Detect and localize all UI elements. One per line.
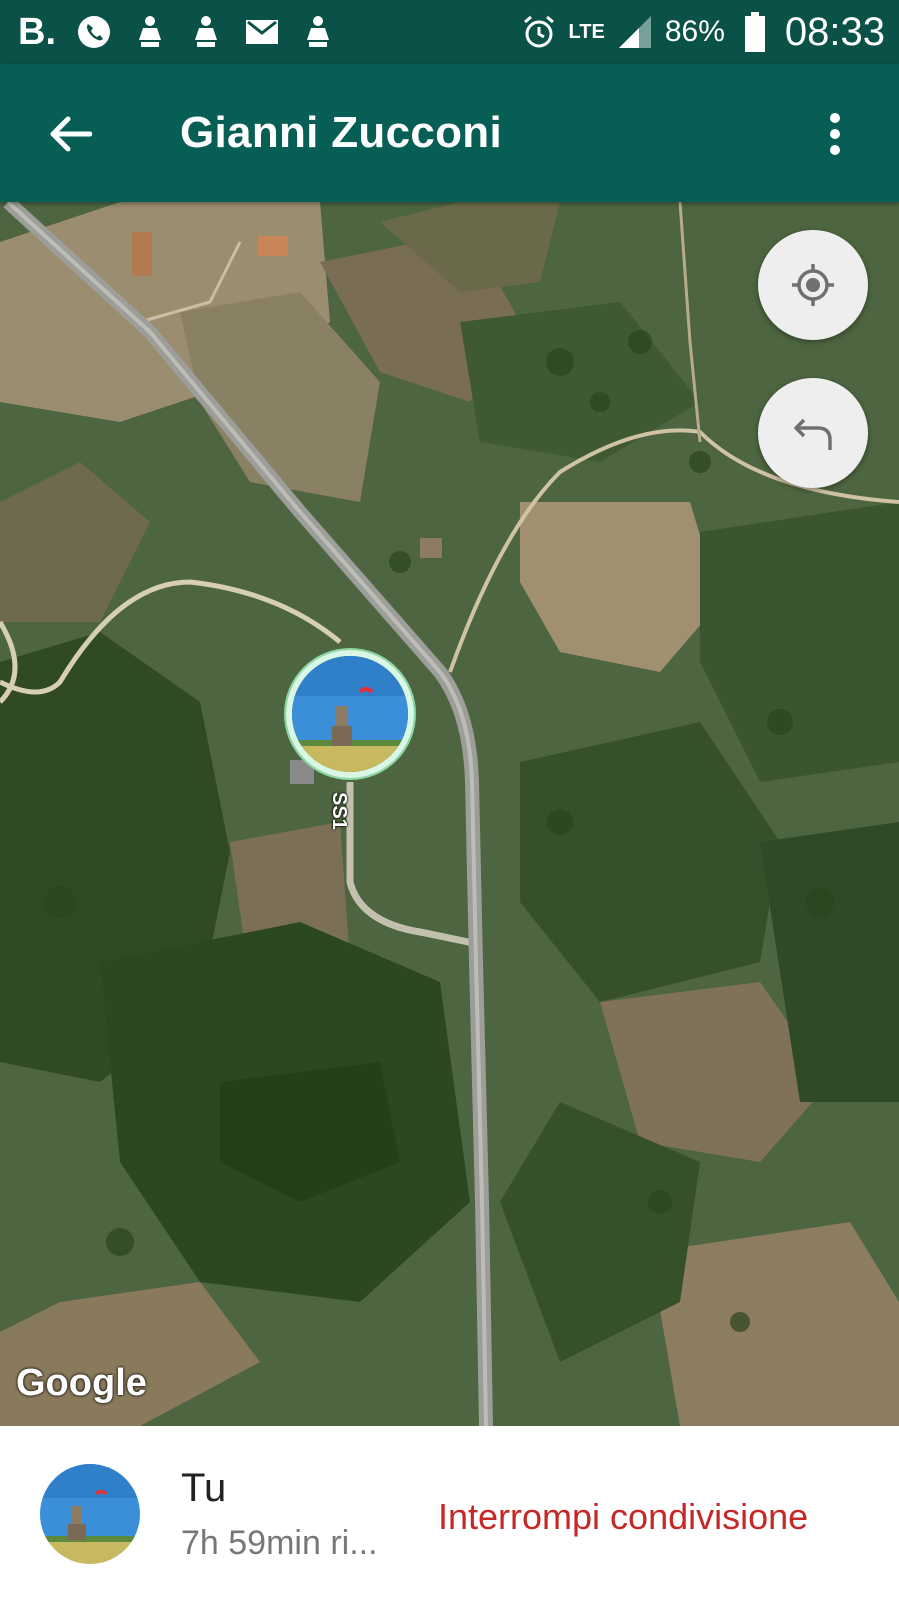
notification-icon [132, 14, 168, 50]
system-status: LTE 86% 08:33 [521, 8, 885, 56]
back-button[interactable] [40, 104, 100, 164]
avatar [40, 1464, 140, 1564]
notification-area: B. [18, 8, 336, 56]
map-view[interactable]: SS1 Google [0, 202, 899, 1426]
page-title: Gianni Zucconi [180, 108, 502, 157]
signal-icon [617, 14, 653, 50]
notification-icon [300, 14, 336, 50]
network-type: LTE [568, 21, 605, 43]
stop-sharing-button[interactable]: Interrompi condivisione [438, 1496, 808, 1538]
satellite-imagery [0, 202, 899, 1426]
time-remaining: 7h 59min ri... [181, 1524, 378, 1562]
shared-location-marker[interactable] [286, 650, 414, 778]
app-bar: Gianni Zucconi [0, 64, 899, 202]
road-label: SS1 [328, 792, 350, 830]
gmail-icon [244, 14, 280, 50]
overflow-menu-button[interactable] [815, 104, 855, 164]
more-vert-icon [830, 113, 840, 155]
alarm-icon [521, 14, 557, 50]
undo-arrow-icon [794, 418, 832, 450]
google-attribution: Google [16, 1362, 147, 1404]
carrier-letter: B. [18, 10, 56, 53]
return-view-button[interactable] [758, 378, 868, 488]
notification-icon [188, 14, 224, 50]
sharing-panel: Tu 7h 59min ri... Interrompi condivision… [0, 1426, 899, 1599]
battery-icon [737, 12, 773, 52]
my-location-button[interactable] [758, 230, 868, 340]
arrow-left-icon [50, 116, 92, 152]
avatar-photo [292, 656, 408, 772]
battery-percent: 86% [664, 15, 725, 48]
status-bar: B. LTE 86% 08:33 [0, 0, 899, 64]
my-location-icon [792, 264, 834, 306]
whatsapp-icon [76, 14, 112, 50]
clock: 08:33 [784, 9, 885, 54]
user-name: Tu [181, 1466, 227, 1510]
